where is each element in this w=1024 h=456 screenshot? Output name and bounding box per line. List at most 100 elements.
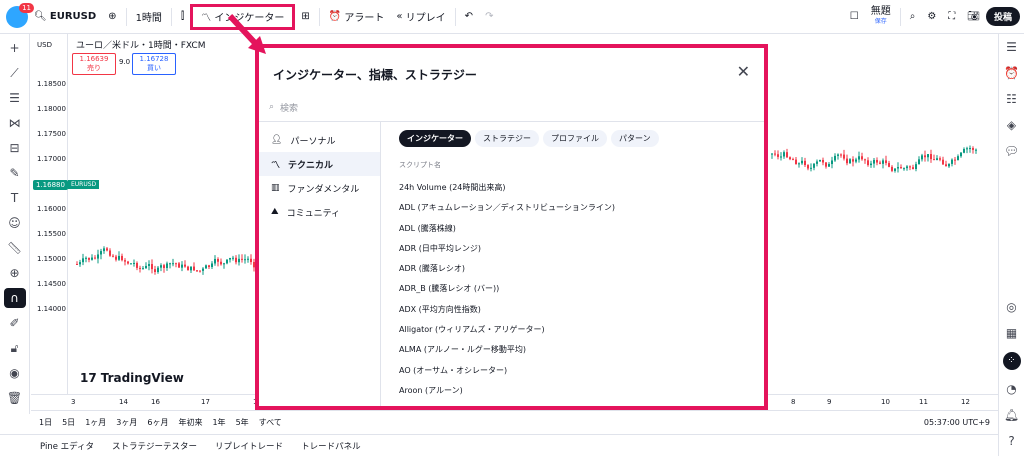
script-item[interactable]: ADR (騰落レシオ) [399,259,615,279]
candle [783,152,785,157]
script-item[interactable]: ADL (騰落株線) [399,219,615,239]
layers-icon[interactable]: ◈ [1007,118,1016,132]
candle [858,156,860,160]
app-logo[interactable]: 11 [6,2,34,28]
candle [163,265,165,268]
layout-name[interactable]: 無題 保存 [865,0,897,33]
panel-tab[interactable]: リプレイトレード [215,440,283,452]
category-item[interactable]: ▥ ファンダメンタル [259,176,380,200]
script-item[interactable]: ADL (アキュムレーション／ディストリビューションライン) [399,198,615,218]
zoom-icon[interactable]: ⊕ [4,263,26,283]
alarm-icon[interactable]: ⏰ [1004,66,1019,80]
emoji-icon[interactable]: ☺ [4,213,26,233]
candle [879,162,881,164]
target-icon[interactable]: ◎ [1006,300,1016,314]
script-item[interactable]: ADR_B (騰落レシオ (バー)) [399,279,615,299]
fib-icon[interactable]: ⊟ [4,138,26,158]
symbol-search[interactable]: 🔍︎ EURUSD [28,0,102,33]
close-icon[interactable]: ✕ [737,62,750,81]
templates-button[interactable]: ⊞ [295,0,315,33]
eye-icon[interactable]: ◉ [4,363,26,383]
compare-button[interactable]: ⊕ [102,0,122,33]
script-item[interactable]: Alligator (ウィリアムズ・アリゲーター) [399,320,615,340]
script-type-tab[interactable]: パターン [611,130,659,147]
replay-button[interactable]: « リプレイ [390,0,451,33]
script-item[interactable]: ATR (アベレージ・トゥルー・レンジ) [399,401,615,406]
trendline-icon[interactable]: ⟋ [4,63,26,83]
currency-label[interactable]: USD [37,41,52,49]
range-button[interactable]: 1ヶ月 [85,417,106,428]
calendar-icon[interactable]: ▦ [1006,326,1017,340]
candle [933,159,935,161]
search-field[interactable]: ⌕ 検索 [269,98,758,116]
feed-icon[interactable]: ◔ [1006,382,1016,396]
candle [876,159,878,163]
script-item[interactable]: 24h Volume (24時間出来高) [399,178,615,198]
candle [951,159,953,164]
script-item[interactable]: ADX (平均方向性指数) [399,300,615,320]
candle [900,167,902,169]
ruler-icon[interactable]: 📏︎ [4,238,26,258]
fullscreen-button[interactable]: ⛶ [942,0,961,33]
pattern-icon[interactable]: ⋈ [4,113,26,133]
candle [792,159,794,161]
buy-price: 1.16728 [139,55,169,63]
settings-button[interactable]: ⚙ [921,0,942,33]
trash-icon[interactable]: 🗑︎ [4,388,26,408]
chat-icon[interactable]: 💬︎ [1004,144,1019,158]
price-axis[interactable]: 1.185001.180001.175001.170001.165001.160… [31,34,68,394]
range-button[interactable]: 5年 [236,417,249,428]
candle [906,166,908,169]
script-item[interactable]: ALMA (アルノー・ルグー移動平均) [399,340,615,360]
layout-toggle[interactable]: ☐ [844,0,865,33]
candle [873,159,875,164]
range-button[interactable]: 5日 [62,417,75,428]
script-item[interactable]: Aroon (アルーン) [399,381,615,401]
undo-button[interactable]: ↶ [459,0,479,33]
range-button[interactable]: 1日 [39,417,52,428]
lock-draw-icon[interactable]: ✐ [4,313,26,333]
candle [145,265,147,269]
range-button[interactable]: 6ヶ月 [147,417,168,428]
candle [774,153,776,155]
sell-button[interactable]: 1.16639 売り [72,53,116,75]
help-icon[interactable]: ? [1008,434,1014,448]
channel-icon[interactable]: ☰ [4,88,26,108]
crosshair-icon[interactable]: + [4,38,26,58]
magnet-icon[interactable]: ∩ [3,288,26,308]
category-item[interactable]: ⛰ コミュニティ [259,200,380,224]
price-label: 1.18500 [37,80,66,88]
category-item[interactable]: 👤︎ パーソナル [259,128,380,152]
candle [115,256,117,260]
bell-icon[interactable]: 🔔︎ [1004,408,1019,422]
range-button[interactable]: すべて [259,417,282,428]
apps-icon[interactable]: ⁘ [1002,352,1021,370]
script-type-tab[interactable]: ストラテジー [475,130,539,147]
list-icon[interactable]: ☷ [1006,92,1017,106]
redo-button[interactable]: ↷ [479,0,499,33]
candle [915,164,917,170]
range-button[interactable]: 年初来 [178,417,202,428]
interval-button[interactable]: 1時間 [130,0,168,33]
range-button[interactable]: 1年 [212,417,225,428]
watchlist-icon[interactable]: ☰ [1006,40,1017,54]
clock[interactable]: 05:37:00 UTC+9 [924,418,990,427]
script-item[interactable]: AO (オーサム・オシレーター) [399,361,615,381]
category-item[interactable]: 〽テクニカル [259,152,380,176]
range-button[interactable]: 3ヶ月 [116,417,137,428]
candle [241,258,243,260]
quick-search-button[interactable]: ⌕ [904,0,922,33]
snapshot-button[interactable]: 📷︎ [961,0,986,33]
post-button[interactable]: 投稿 [985,7,1020,26]
candle [205,265,207,269]
panel-tab[interactable]: ストラテジーテスター [112,440,197,452]
panel-tab[interactable]: Pine エディタ [40,440,94,452]
text-icon[interactable]: T [4,188,26,208]
panel-tab[interactable]: トレードパネル [301,440,361,452]
script-type-tab[interactable]: インジケーター [399,130,471,147]
lock-icon[interactable]: 🔓︎ [4,338,26,358]
script-type-tab[interactable]: プロファイル [543,130,607,147]
alert-button[interactable]: ⏰ アラート [323,0,391,33]
brush-icon[interactable]: ✎ [4,163,26,183]
script-item[interactable]: ADR (日中平均レンジ) [399,239,615,259]
